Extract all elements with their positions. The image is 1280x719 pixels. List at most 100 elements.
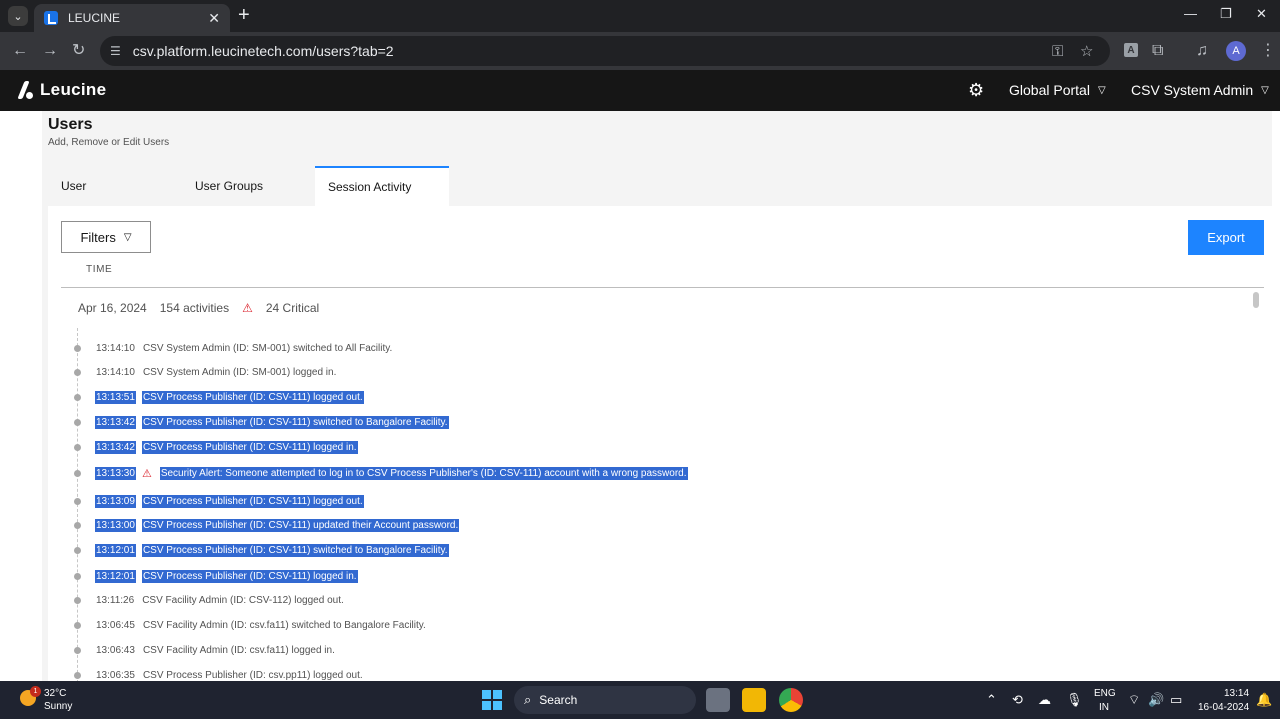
minimize-icon[interactable]: — [1184,6,1197,21]
activity-row: 13:13:00 CSV Process Publisher (ID: CSV-1… [74,517,460,533]
battery-icon[interactable]: ▭ [1170,692,1182,708]
activity-text: CSV Process Publisher (ID: CSV-111) upda… [141,518,460,532]
timeline-dot [74,546,81,554]
chevron-down-icon: ▽ [1097,84,1106,96]
activity-time: 13:06:45 [96,619,135,631]
search-icon: ⌕ [524,692,532,707]
tab-session-activity[interactable]: Session Activity [315,166,449,206]
reload-icon[interactable]: ↻ [72,41,85,61]
timeline-dot [74,646,81,654]
activity-text: CSV Process Publisher (ID: CSV-111) swit… [141,415,449,429]
browser-tab[interactable]: LEUCINE ✕ [34,4,230,32]
restore-icon[interactable]: ❐ [1220,6,1232,22]
tab-search-chevron-icon[interactable]: ⌄ [8,6,28,26]
left-side-panel [0,111,42,681]
activity-row: 13:12:01 CSV Process Publisher (ID: CSV-1… [74,568,358,584]
timeline-dot [74,497,81,505]
taskbar-clock-time[interactable]: 13:14 [1224,688,1249,699]
windows-taskbar: 1 32°C Sunny ⌕ Search ⌃ ⟲ ☁ 🎙 ENG IN ⌔ 🔊… [0,681,1280,719]
header-divider [61,287,1264,288]
activity-row: 13:14:10 CSV System Admin (ID: SM-001) sw… [74,340,393,356]
browser-toolbar: ← → ↻ ☰ csv.platform.leucinetech.com/use… [0,32,1280,70]
activity-text: CSV Process Publisher (ID: CSV-111) logg… [141,494,364,508]
close-window-icon[interactable]: ✕ [1256,6,1267,22]
activity-row: 13:13:42 CSV Process Publisher (ID: CSV-1… [74,414,449,430]
activity-text: CSV Process Publisher (ID: CSV-111) logg… [141,569,358,583]
notification-bell-icon[interactable]: 🔔 [1256,692,1272,708]
microphone-icon[interactable]: 🎙 [1066,692,1083,708]
timeline-dot [74,521,81,529]
language-region[interactable]: IN [1099,702,1109,713]
activity-text: CSV Facility Admin (ID: csv.fa11) logged… [142,644,335,656]
back-arrow-icon[interactable]: ← [12,41,28,61]
taskbar-clock-date[interactable]: 16-04-2024 [1198,702,1249,713]
activity-row: 13:06:45 CSV Facility Admin (ID: csv.fa11… [74,617,427,633]
browser-tab-strip: ⌄ LEUCINE ✕ + — ❐ ✕ [0,0,1280,32]
timeline-dot [74,596,81,604]
show-hidden-icons-chevron-up-icon[interactable]: ⌃ [986,692,997,708]
activity-time: 13:13:00 [95,518,136,532]
activity-time: 13:06:43 [96,644,135,656]
settings-gear-icon[interactable]: ⚙ [968,80,984,101]
forward-arrow-icon[interactable]: → [42,41,58,61]
scrollbar-thumb[interactable] [1253,292,1259,308]
onedrive-cloud-icon[interactable]: ☁ [1038,692,1051,708]
language-indicator[interactable]: ENG [1094,688,1116,699]
timeline-dot [74,418,81,426]
page-subtitle: Add, Remove or Edit Users [48,137,170,148]
activity-text: CSV Process Publisher (ID: CSV-111) logg… [141,440,358,454]
leucine-logo-icon [14,80,34,100]
browser-menu-icon[interactable]: ⋮ [1260,41,1276,61]
taskbar-search-label: Search [539,693,578,707]
chevron-down-icon: ▽ [1261,84,1269,96]
extensions-puzzle-icon[interactable]: ⧉ [1152,41,1163,61]
activity-row: 13:13:30 ⚠ Security Alert: Someone attempt… [74,465,688,481]
activity-time: 13:11:26 [96,594,135,606]
new-tab-plus-icon[interactable]: + [238,4,250,26]
task-view-icon[interactable] [706,688,730,712]
windows-start-icon[interactable] [482,690,502,710]
user-name-label: CSV System Admin [1131,82,1254,98]
file-explorer-icon[interactable] [742,688,766,712]
user-menu-dropdown[interactable]: CSV System Admin ▽ [1131,82,1269,98]
site-settings-icon[interactable]: ☰ [110,44,121,58]
taskbar-search[interactable]: ⌕ Search [514,686,696,714]
activity-time: 13:12:01 [95,569,136,583]
volume-icon[interactable]: 🔊 [1148,692,1164,708]
media-control-icon[interactable]: ♫ [1196,41,1208,61]
password-key-icon[interactable]: ⚿ [1052,36,1063,66]
warning-triangle-icon: ⚠ [141,467,152,480]
activity-row: 13:06:43 CSV Facility Admin (ID: csv.fa11… [74,642,336,658]
chevron-down-icon: ▽ [123,231,132,243]
filters-button[interactable]: Filters ▽ [61,221,151,253]
portal-label: Global Portal [1009,82,1090,98]
address-bar[interactable]: ☰ csv.platform.leucinetech.com/users?tab… [100,36,1110,66]
extension-a-icon[interactable]: A [1124,43,1138,57]
activity-text: CSV Process Publisher (ID: CSV-111) swit… [141,543,449,557]
sync-icon[interactable]: ⟲ [1012,692,1023,708]
brand-logo[interactable]: Leucine [14,80,106,100]
timeline-dot [74,469,81,477]
weather-condition[interactable]: Sunny [44,701,72,712]
activity-row: 13:14:10 CSV System Admin (ID: SM-001) lo… [74,364,337,380]
address-url[interactable]: csv.platform.leucinetech.com/users?tab=2 [133,43,394,59]
wifi-icon[interactable]: ⌔ [1128,692,1140,708]
bookmark-star-icon[interactable]: ☆ [1080,36,1093,66]
tab-user[interactable]: User [48,166,182,206]
date-group-date: Apr 16, 2024 [78,301,147,315]
portal-dropdown[interactable]: Global Portal ▽ [1009,82,1106,98]
time-column-header: TIME [86,264,113,275]
date-group-activities: 154 activities [159,301,230,315]
browser-tab-title: LEUCINE [68,11,121,25]
chrome-icon[interactable] [779,688,803,712]
tab-user-groups[interactable]: User Groups [182,166,315,206]
weather-temperature[interactable]: 32°C [44,688,66,699]
profile-avatar[interactable]: A [1226,41,1246,61]
timeline-dot [74,671,81,679]
timeline-dot [74,393,81,401]
activity-text: CSV System Admin (ID: SM-001) logged in. [142,366,337,378]
close-tab-icon[interactable]: ✕ [208,10,220,27]
activity-time: 13:14:10 [96,342,135,354]
export-button[interactable]: Export [1188,220,1264,255]
date-group-header: Apr 16, 2024 154 activities ⚠ 24 Critica… [78,301,332,315]
